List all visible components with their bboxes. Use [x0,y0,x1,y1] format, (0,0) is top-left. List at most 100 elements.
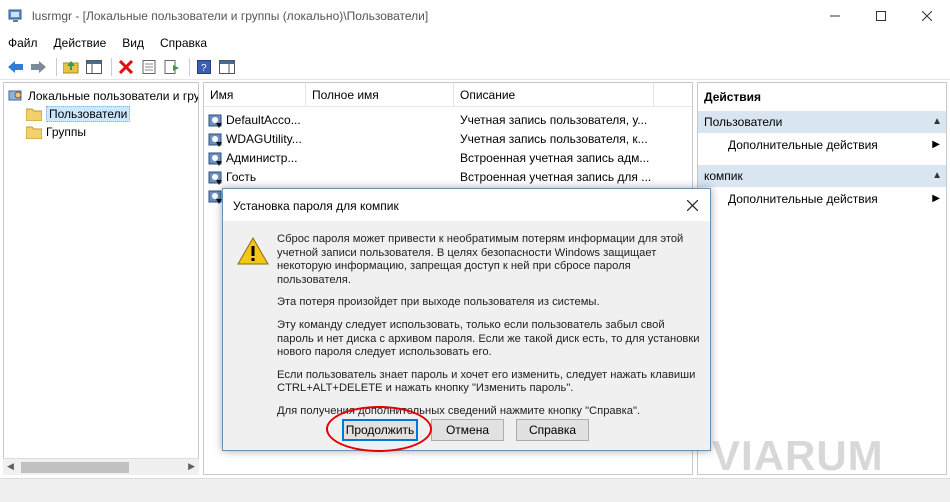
user-icon [208,114,222,128]
up-folder-button[interactable] [61,57,81,77]
actions-group-users[interactable]: Пользователи ▲ [698,111,946,133]
minimize-icon [830,15,840,17]
export-list-button[interactable] [162,57,182,77]
cancel-button[interactable]: Отмена [431,419,504,441]
console-tree-button[interactable] [84,57,104,77]
set-password-dialog: Установка пароля для компик Сброс пароля… [222,188,711,451]
dialog-title: Установка пароля для компик [233,199,399,213]
action-pane-icon [219,60,235,74]
more-actions-kompik[interactable]: Дополнительные действия ▶ [698,188,946,210]
scroll-left-icon[interactable]: ◀ [7,461,14,472]
more-actions-label: Дополнительные действия [728,138,878,152]
tree-horizontal-scrollbar[interactable]: ◀ ▶ [3,458,199,475]
folder-icon [26,126,42,139]
users-groups-icon [8,90,22,101]
close-icon [686,199,698,211]
chevron-right-icon: ▶ [932,193,940,204]
table-row[interactable]: Гость Встроенная учетная запись для ... [204,168,692,187]
user-icon [208,152,222,166]
column-fullname[interactable]: Полное имя [306,83,454,107]
tree-item-groups-label: Группы [46,125,86,139]
cell-description: Встроенная учетная запись для ... [460,170,652,184]
arrow-right-icon [31,61,46,73]
cell-name: DefaultAcco... [226,113,301,127]
column-description[interactable]: Описание [454,83,654,107]
table-row[interactable]: WDAGUtility... Учетная запись пользовате… [204,130,692,149]
menu-view[interactable]: Вид [122,36,144,50]
tree-root[interactable]: Локальные пользователи и группы (локальн… [8,87,199,105]
window-title: lusrmgr - [Локальные пользователи и груп… [32,9,429,23]
scroll-right-icon[interactable]: ▶ [188,461,195,472]
menu-file[interactable]: Файл [8,36,38,50]
toolbar: ? [0,55,950,80]
cell-name: Гость [226,170,257,184]
toolbar-separator [56,58,57,76]
folder-icon [26,108,42,121]
help-book-icon: ? [197,60,211,74]
actions-group-kompik[interactable]: компик ▲ [698,165,946,187]
close-icon [922,11,932,21]
cell-description: Учетная запись пользователя, к... [460,132,648,146]
svg-text:?: ? [201,63,207,74]
dialog-close-button[interactable] [674,189,710,221]
delete-button[interactable] [116,57,136,77]
actions-pane: Действия Пользователи ▲ Дополнительные д… [697,82,947,475]
dialog-paragraph: Эта потеря произойдет при выходе пользов… [277,296,600,309]
close-button[interactable] [904,0,950,32]
dialog-title-bar: Установка пароля для компик [223,189,710,221]
cell-fullname [312,130,452,149]
actions-header: Действия [704,90,762,104]
user-icon [208,133,222,147]
status-bar [0,478,950,502]
arrow-left-icon [8,61,23,73]
minimize-button[interactable] [812,0,858,32]
chevron-right-icon: ▶ [932,139,940,150]
forward-button[interactable] [29,57,49,77]
scrollbar-thumb[interactable] [21,462,129,473]
dialog-paragraph: Если пользователь знает пароль и хочет е… [277,368,696,395]
cell-description: Учетная запись пользователя, у... [460,113,648,127]
console-tree: Локальные пользователи и группы (локальн… [3,82,199,475]
user-icon [208,171,222,185]
toolbar-separator [111,58,112,76]
console-tree-icon [86,60,102,74]
menu-bar: Файл Действие Вид Справка [0,32,950,54]
help-button[interactable]: ? [194,57,214,77]
cell-description: Встроенная учетная запись адм... [460,151,650,165]
tree-item-users[interactable]: Пользователи [26,105,131,123]
highlight-ring-annotation [326,406,432,452]
collapse-up-icon[interactable]: ▲ [932,165,942,187]
back-button[interactable] [6,57,26,77]
watermark-text: VIARUM [712,432,884,479]
dialog-message: Сброс пароля может привести к необратимы… [277,233,703,428]
dialog-paragraph: Эту команду следует использовать, только… [277,318,700,359]
help-dialog-button[interactable]: Справка [516,419,589,441]
watermark: VIARUM [712,432,884,480]
title-bar: lusrmgr - [Локальные пользователи и груп… [0,0,950,32]
actions-group-label: компик [704,169,743,183]
list-header: Имя Полное имя Описание [204,83,692,107]
action-pane-button[interactable] [217,57,237,77]
export-icon [164,60,179,74]
maximize-button[interactable] [858,0,904,32]
cell-fullname [312,149,452,168]
cell-name: Администр... [226,151,298,165]
column-name[interactable]: Имя [204,83,306,107]
dialog-paragraph: Сброс пароля может привести к необратимы… [277,233,684,286]
computer-management-icon [8,9,22,22]
table-row[interactable]: DefaultAcco... Учетная запись пользовате… [204,111,692,130]
menu-help[interactable]: Справка [160,36,207,50]
menu-action[interactable]: Действие [54,36,107,50]
collapse-up-icon[interactable]: ▲ [932,111,942,133]
tree-root-label: Локальные пользователи и группы (локальн… [28,89,199,103]
cell-fullname [312,168,452,187]
more-actions-users[interactable]: Дополнительные действия ▶ [698,134,946,156]
table-row[interactable]: Администр... Встроенная учетная запись а… [204,149,692,168]
cell-fullname [312,111,452,130]
tree-item-groups[interactable]: Группы [26,123,86,141]
more-actions-label: Дополнительные действия [728,192,878,206]
actions-group-label: Пользователи [704,115,783,129]
properties-button[interactable] [139,57,159,77]
maximize-icon [876,11,886,21]
toolbar-separator [189,58,190,76]
